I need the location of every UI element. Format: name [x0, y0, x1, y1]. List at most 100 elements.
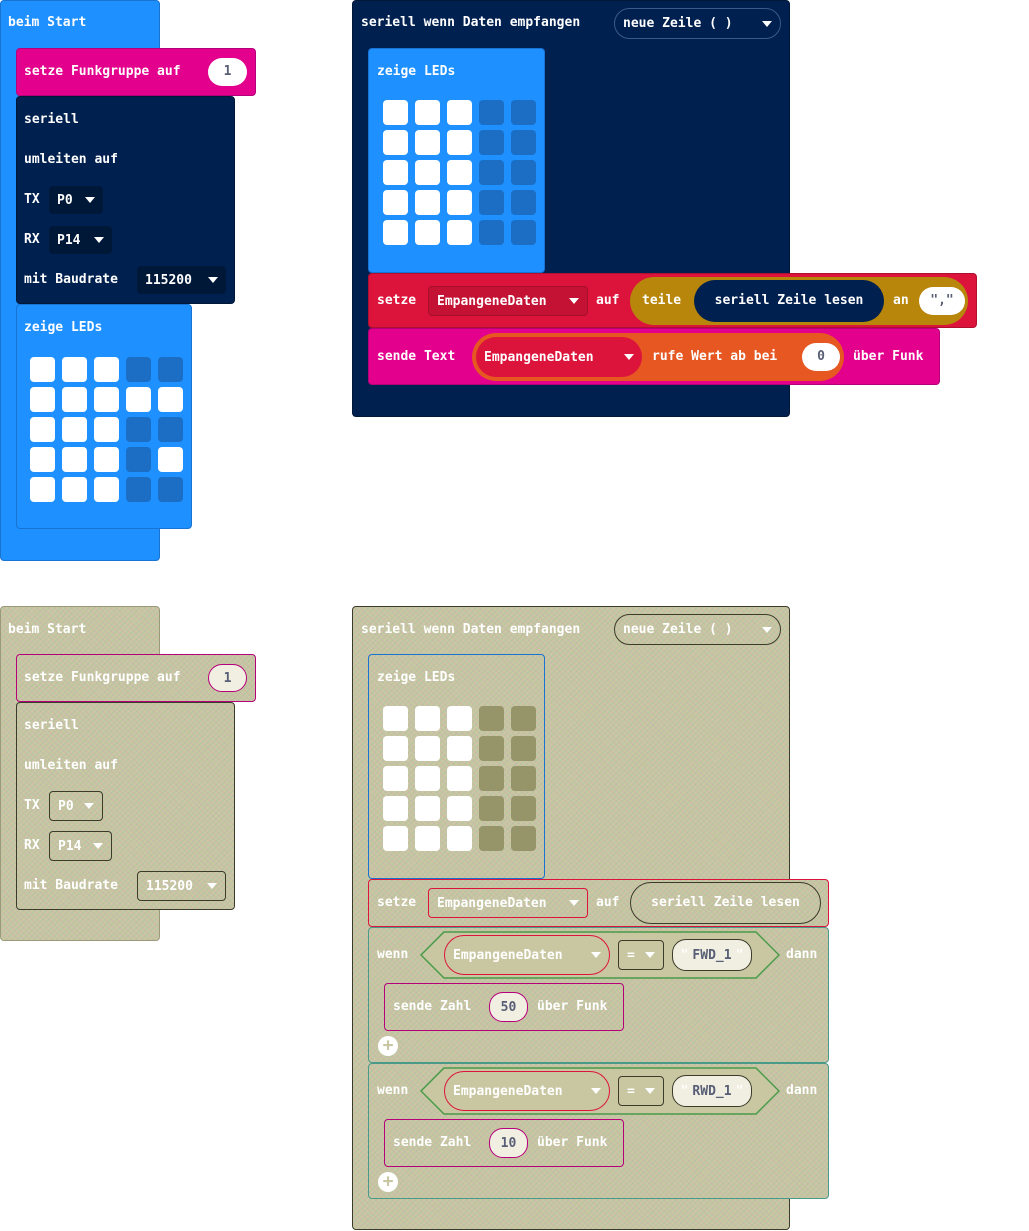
operator-dropdown[interactable]: = [618, 1076, 664, 1106]
led-cell[interactable] [511, 130, 536, 155]
led-cell[interactable] [62, 447, 87, 472]
led-cell[interactable] [511, 796, 536, 821]
tx-dropdown[interactable]: P0 [49, 186, 103, 214]
led-cell[interactable] [383, 190, 408, 215]
radio-group-input[interactable]: 1 [208, 58, 247, 86]
led-cell[interactable] [511, 100, 536, 125]
read-line-block[interactable]: seriell Zeile lesen [630, 882, 821, 924]
led-cell[interactable] [30, 387, 55, 412]
led-cell[interactable] [415, 190, 440, 215]
led-cell[interactable] [62, 357, 87, 382]
led-cell[interactable] [126, 477, 151, 502]
baud-dropdown[interactable]: 115200 [137, 266, 226, 294]
add-else-icon[interactable]: + [378, 1172, 398, 1192]
led-cell[interactable] [30, 477, 55, 502]
radio-group-input[interactable]: 1 [208, 664, 247, 692]
led-cell[interactable] [479, 766, 504, 791]
led-cell[interactable] [479, 706, 504, 731]
led-cell[interactable] [511, 706, 536, 731]
led-cell[interactable] [126, 387, 151, 412]
led-cell[interactable] [447, 796, 472, 821]
led-cell[interactable] [447, 826, 472, 851]
baud-dropdown[interactable]: 115200 [137, 871, 226, 901]
led-cell[interactable] [479, 130, 504, 155]
led-cell[interactable] [447, 190, 472, 215]
rx-dropdown[interactable]: P14 [49, 226, 112, 254]
led-cell[interactable] [30, 447, 55, 472]
read-line-block[interactable]: seriell Zeile lesen [694, 280, 884, 322]
led-cell[interactable] [447, 220, 472, 245]
led-cell[interactable] [415, 100, 440, 125]
led-cell[interactable] [383, 796, 408, 821]
variable-dropdown[interactable]: EmpangeneDaten [428, 286, 588, 316]
led-cell[interactable] [511, 826, 536, 851]
led-cell[interactable] [383, 736, 408, 761]
led-cell[interactable] [479, 160, 504, 185]
variable-reporter[interactable]: EmpangeneDaten [444, 1071, 610, 1111]
led-cell[interactable] [511, 220, 536, 245]
led-cell[interactable] [447, 160, 472, 185]
led-cell[interactable] [30, 417, 55, 442]
led-cell[interactable] [158, 387, 183, 412]
led-cell[interactable] [62, 387, 87, 412]
led-cell[interactable] [94, 447, 119, 472]
led-cell[interactable] [479, 796, 504, 821]
led-cell[interactable] [447, 130, 472, 155]
led-cell[interactable] [479, 826, 504, 851]
led-cell[interactable] [383, 826, 408, 851]
string-fwd-input[interactable]: " FWD_1 " [672, 939, 752, 971]
add-else-icon[interactable]: + [378, 1036, 398, 1056]
led-cell[interactable] [415, 766, 440, 791]
led-cell[interactable] [511, 160, 536, 185]
led-cell[interactable] [126, 357, 151, 382]
led-cell[interactable] [383, 100, 408, 125]
led-cell[interactable] [383, 220, 408, 245]
led-cell[interactable] [94, 417, 119, 442]
led-cell[interactable] [479, 190, 504, 215]
variable-reporter[interactable]: EmpangeneDaten [444, 935, 610, 975]
separator-input[interactable]: "," [919, 287, 965, 315]
rx-dropdown[interactable]: P14 [49, 831, 112, 861]
event-option-dropdown[interactable]: neue Zeile ( ) [614, 614, 781, 645]
led-cell[interactable] [415, 826, 440, 851]
led-cell[interactable] [383, 130, 408, 155]
led-cell[interactable] [383, 160, 408, 185]
led-cell[interactable] [479, 100, 504, 125]
operator-dropdown[interactable]: = [618, 940, 664, 970]
led-cell[interactable] [511, 766, 536, 791]
led-cell[interactable] [62, 477, 87, 502]
led-cell[interactable] [511, 190, 536, 215]
led-cell[interactable] [94, 387, 119, 412]
led-cell[interactable] [158, 417, 183, 442]
led-cell[interactable] [415, 130, 440, 155]
led-cell[interactable] [158, 447, 183, 472]
variable-reporter[interactable]: EmpangeneDaten [476, 337, 642, 377]
led-cell[interactable] [62, 417, 87, 442]
led-cell[interactable] [94, 477, 119, 502]
led-cell[interactable] [30, 357, 55, 382]
led-cell[interactable] [126, 447, 151, 472]
led-cell[interactable] [511, 736, 536, 761]
led-cell[interactable] [415, 796, 440, 821]
led-cell[interactable] [447, 736, 472, 761]
tx-dropdown[interactable]: P0 [49, 791, 103, 821]
led-cell[interactable] [94, 357, 119, 382]
led-cell[interactable] [126, 417, 151, 442]
led-cell[interactable] [415, 706, 440, 731]
led-cell[interactable] [383, 706, 408, 731]
led-cell[interactable] [415, 160, 440, 185]
index-input[interactable]: 0 [802, 343, 840, 371]
led-cell[interactable] [447, 706, 472, 731]
led-cell[interactable] [415, 220, 440, 245]
led-cell[interactable] [479, 736, 504, 761]
variable-dropdown[interactable]: EmpangeneDaten [428, 888, 588, 918]
led-cell[interactable] [415, 736, 440, 761]
led-cell[interactable] [447, 766, 472, 791]
led-cell[interactable] [447, 100, 472, 125]
led-cell[interactable] [383, 766, 408, 791]
string-rwd-input[interactable]: " RWD_1 " [672, 1075, 752, 1107]
number-50-input[interactable]: 50 [489, 992, 528, 1022]
event-option-dropdown[interactable]: neue Zeile ( ) [614, 8, 781, 39]
led-cell[interactable] [158, 357, 183, 382]
led-cell[interactable] [479, 220, 504, 245]
